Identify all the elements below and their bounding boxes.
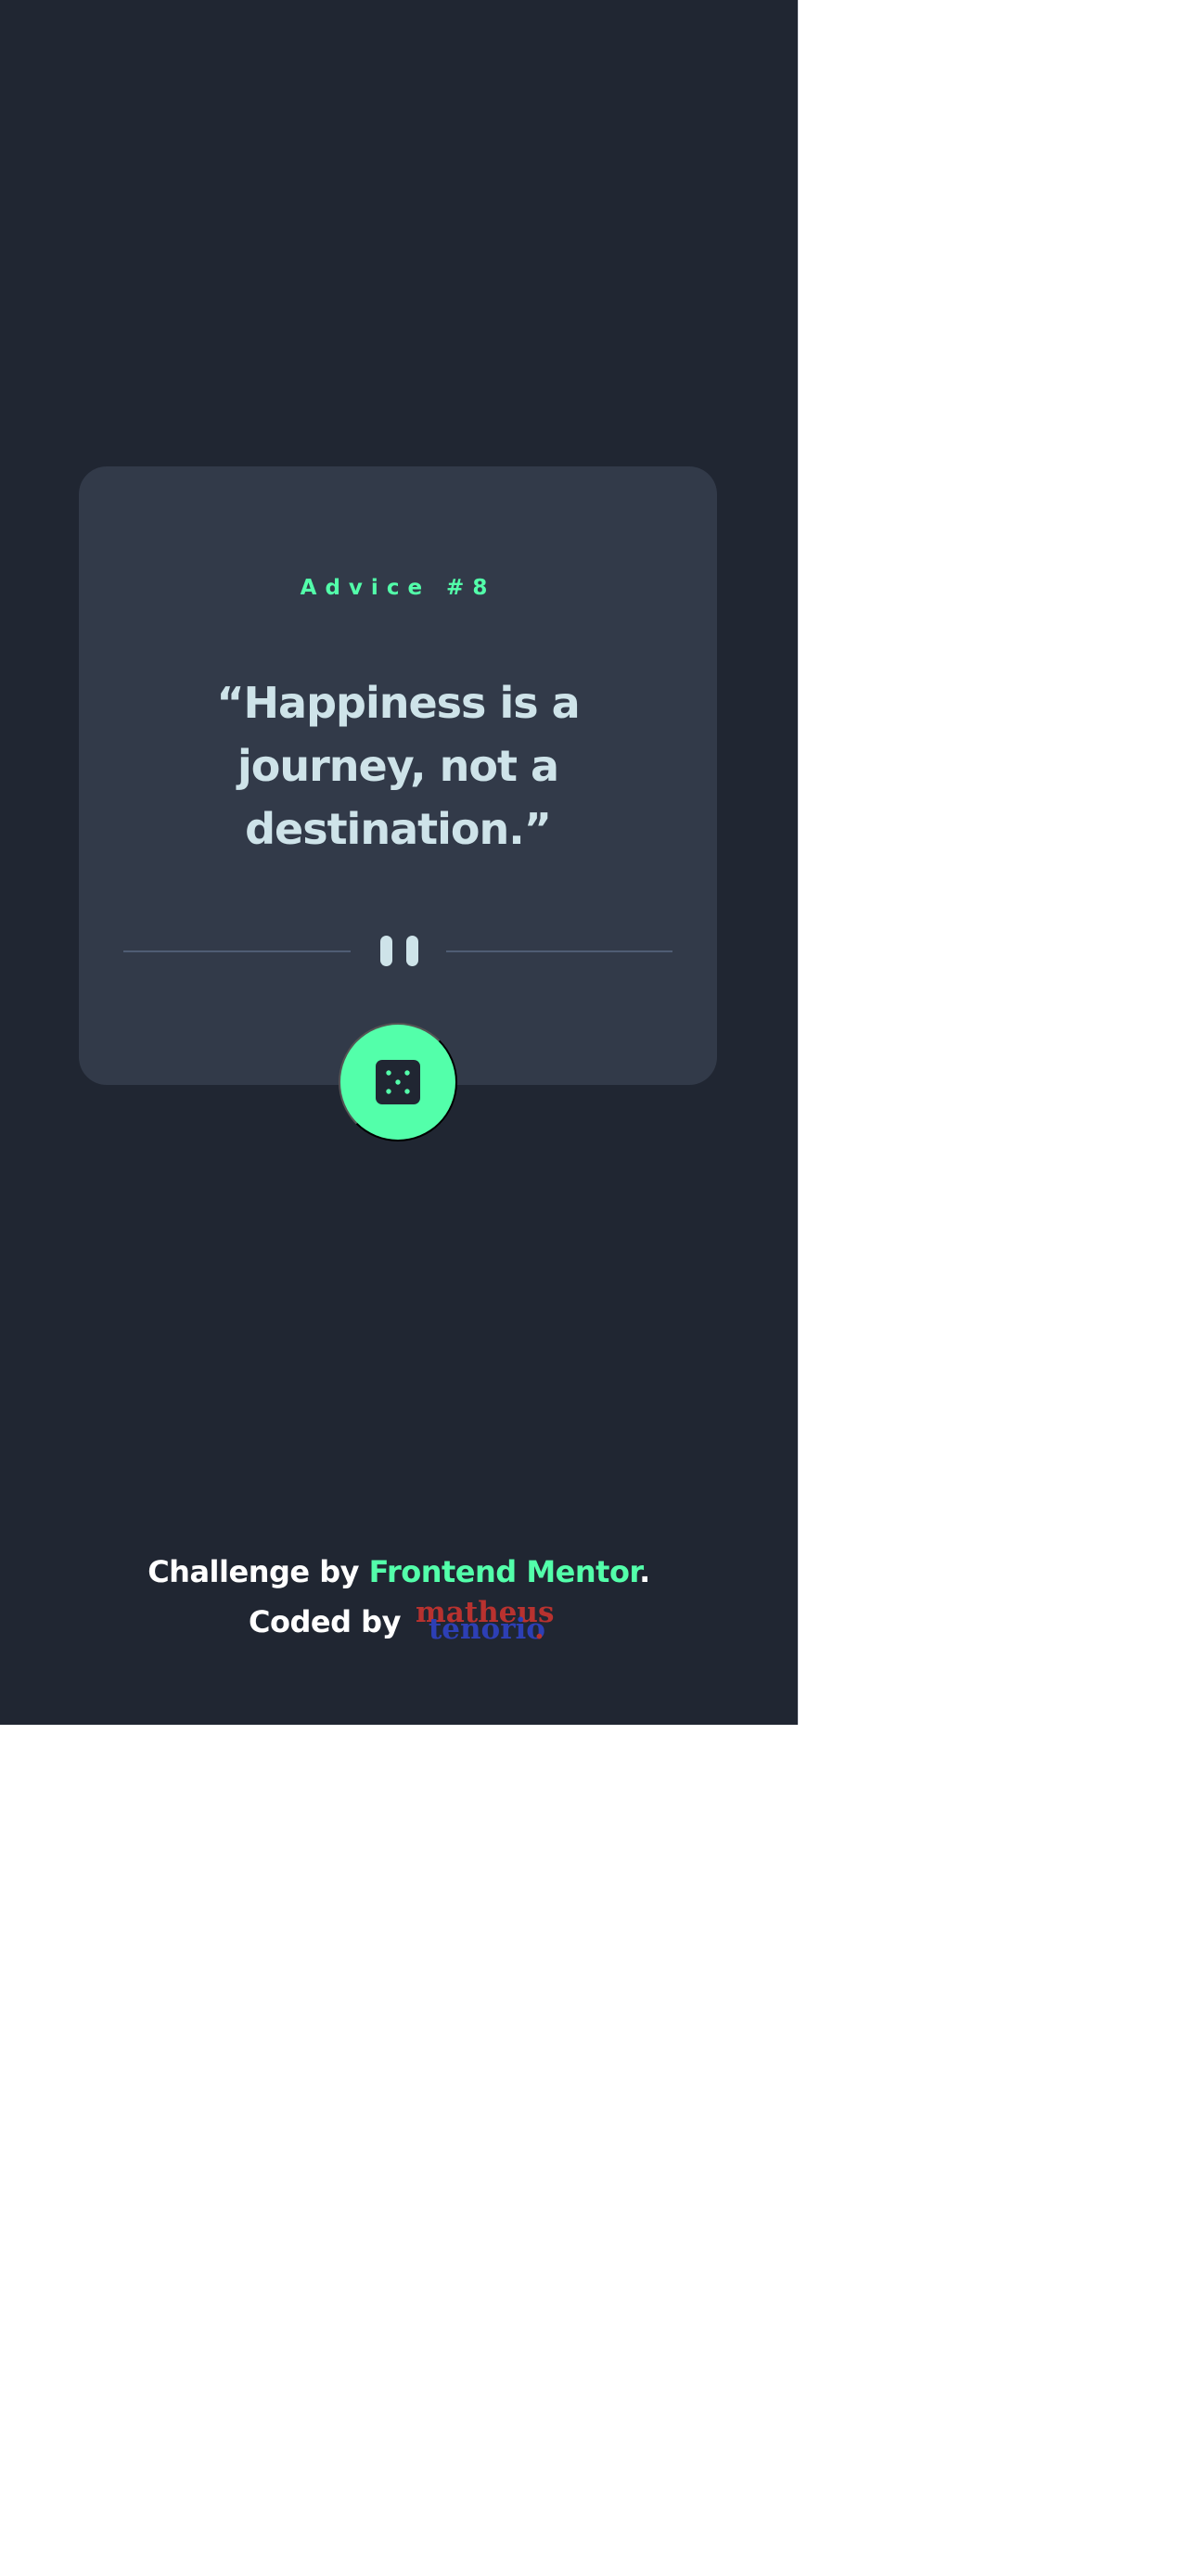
coded-prefix: Coded by	[249, 1604, 401, 1639]
signature-last-name: tenorio	[428, 1613, 545, 1646]
dice-icon	[376, 1060, 420, 1104]
attribution-coded: Coded by matheus tenorio .	[0, 1597, 798, 1647]
pause-icon-bar-right	[406, 936, 418, 966]
divider-right	[446, 950, 672, 952]
challenge-suffix: .	[639, 1554, 650, 1589]
advice-id: Advice #8	[300, 576, 496, 601]
pause-icon-bar-left	[380, 936, 392, 966]
advice-card: Advice #8 “Happiness is a journey, not a…	[79, 466, 717, 1141]
author-signature-logo[interactable]: matheus tenorio .	[410, 1597, 554, 1646]
attribution: Challenge by Frontend Mentor. Coded by m…	[0, 1547, 798, 1647]
app-background: Advice #8 “Happiness is a journey, not a…	[0, 0, 799, 1725]
frontend-mentor-link[interactable]: Frontend Mentor	[369, 1554, 640, 1589]
advice-quote: “Happiness is a journey, not a destinati…	[216, 678, 580, 854]
coded-row: Coded by matheus tenorio .	[249, 1597, 554, 1647]
signature-dot: .	[533, 1613, 544, 1646]
dice-button[interactable]	[339, 1023, 457, 1141]
divider-left	[123, 950, 351, 952]
challenge-prefix: Challenge by	[147, 1554, 369, 1589]
attribution-challenge: Challenge by Frontend Mentor.	[0, 1547, 798, 1597]
